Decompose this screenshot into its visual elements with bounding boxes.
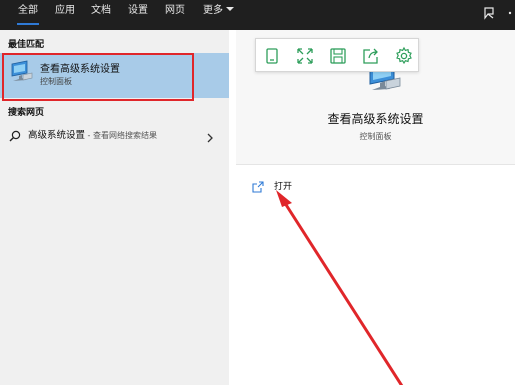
quick-action-toolbar bbox=[255, 38, 419, 72]
feedback-icon[interactable] bbox=[481, 5, 497, 21]
web-search-result[interactable]: 高级系统设置 - 查看网络搜索结果 bbox=[0, 123, 229, 145]
web-search-query: 高级系统设置 bbox=[28, 130, 86, 141]
web-search-heading: 搜索网页 bbox=[8, 108, 45, 118]
share-icon[interactable] bbox=[360, 45, 382, 67]
save-icon[interactable] bbox=[327, 45, 349, 67]
details-title: 查看高级系统设置 bbox=[327, 112, 424, 126]
best-match-heading: 最佳匹配 bbox=[8, 40, 45, 50]
more-options-icon[interactable] bbox=[506, 5, 515, 21]
results-pane: 最佳匹配 查看高级系统设置 控制面板 搜索网页 高级系统设置 - 查看网络搜索结… bbox=[0, 30, 229, 385]
tab-web[interactable]: 网页 bbox=[165, 0, 185, 30]
search-icon bbox=[9, 127, 21, 142]
tab-settings[interactable]: 设置 bbox=[128, 0, 148, 30]
details-subtitle: 控制面板 bbox=[359, 132, 392, 141]
settings-icon[interactable] bbox=[393, 45, 415, 67]
expand-icon[interactable] bbox=[294, 45, 316, 67]
details-pane: 查看高级系统设置 控制面板 打开 bbox=[236, 30, 515, 385]
chevron-down-icon bbox=[226, 7, 234, 11]
chevron-right-icon[interactable] bbox=[206, 128, 214, 143]
tab-documents[interactable]: 文档 bbox=[91, 0, 111, 30]
web-search-text: 高级系统设置 - 查看网络搜索结果 bbox=[28, 127, 157, 141]
tab-apps[interactable]: 应用 bbox=[55, 0, 75, 30]
tab-all[interactable]: 全部 bbox=[17, 0, 39, 30]
tab-more[interactable]: 更多 bbox=[203, 0, 234, 30]
open-icon bbox=[252, 178, 264, 193]
search-tab-bar: 全部 应用 文档 设置 网页 更多 bbox=[0, 0, 515, 30]
web-search-suffix: - 查看网络搜索结果 bbox=[85, 131, 157, 140]
tab-more-label: 更多 bbox=[203, 5, 223, 16]
open-label: 打开 bbox=[274, 182, 293, 192]
tablet-icon[interactable] bbox=[261, 45, 283, 67]
highlight-box bbox=[2, 53, 194, 101]
